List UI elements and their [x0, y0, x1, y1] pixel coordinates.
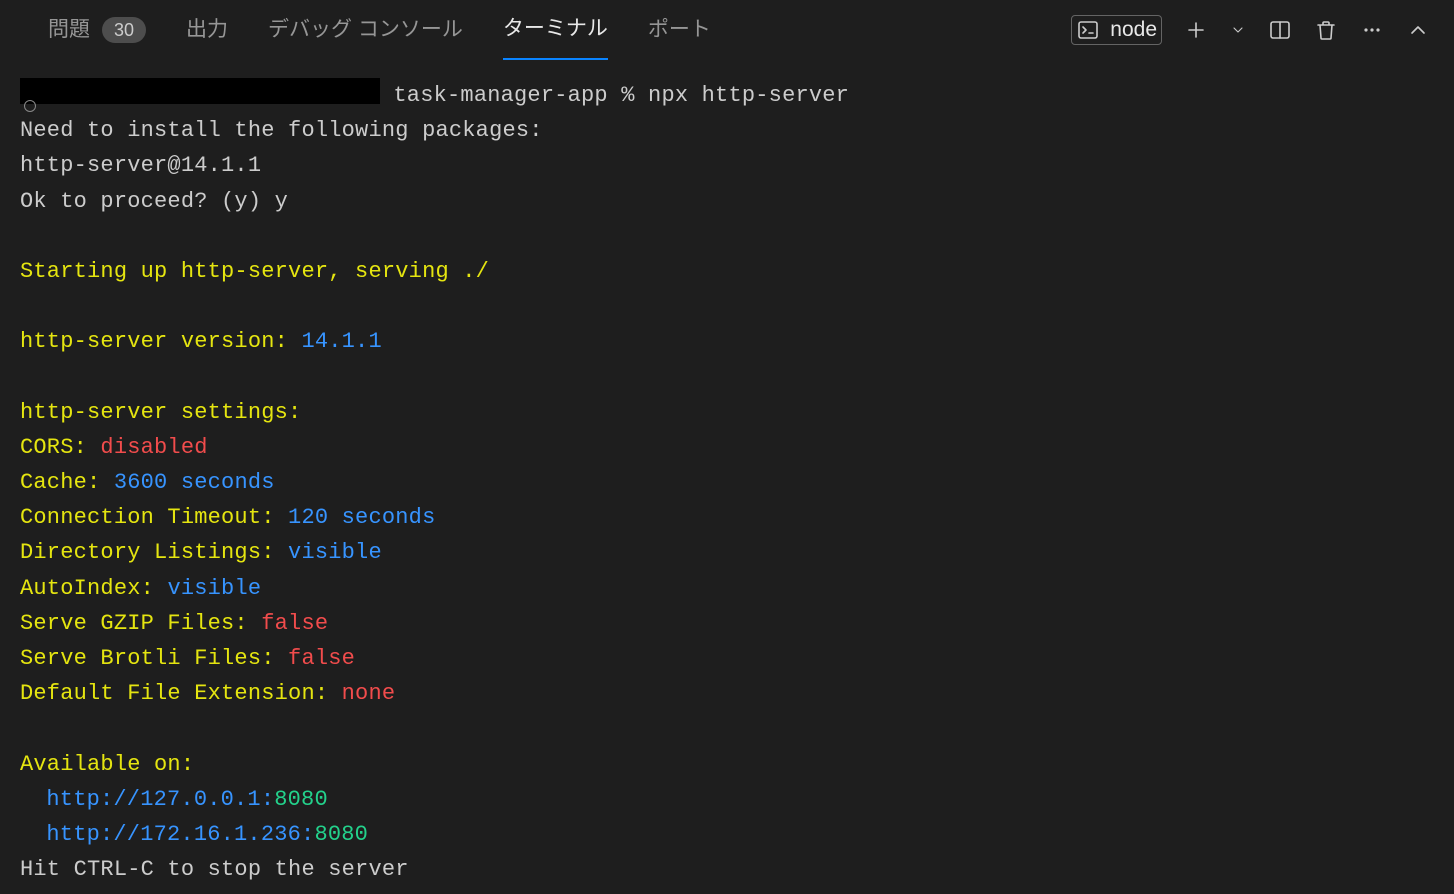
starting-line: Starting up http-server, serving ./ — [20, 254, 1434, 289]
shell-name-label: node — [1110, 18, 1157, 42]
split-terminal-button[interactable] — [1268, 18, 1292, 42]
proceed-line: Ok to proceed? (y) y — [20, 184, 1434, 219]
plus-icon — [1184, 18, 1208, 42]
tab-terminal-label: ターミナル — [503, 0, 608, 59]
autoindex-line: AutoIndex: visible — [20, 571, 1434, 606]
settings-header: http-server settings: — [20, 395, 1434, 430]
available-label: Available on: — [20, 747, 1434, 782]
chevron-down-icon — [1230, 22, 1246, 38]
cache-line: Cache: 3600 seconds — [20, 465, 1434, 500]
gzip-line: Serve GZIP Files: false — [20, 606, 1434, 641]
tab-problems-label: 問題 — [48, 0, 90, 60]
new-terminal-button[interactable] — [1184, 18, 1208, 42]
chevron-up-icon — [1406, 18, 1430, 42]
terminal-launch-profile-dropdown[interactable] — [1230, 22, 1246, 38]
tab-debug-console-label: デバッグ コンソール — [268, 0, 463, 60]
problems-count-badge: 30 — [102, 17, 146, 43]
version-line: http-server version: 14.1.1 — [20, 324, 1434, 359]
version-value: 14.1.1 — [301, 329, 381, 354]
more-actions-button[interactable] — [1360, 18, 1384, 42]
redacted-user-host — [20, 78, 380, 104]
trash-icon — [1314, 18, 1338, 42]
address-line-2: http://172.16.1.236:8080 — [20, 817, 1434, 852]
terminal-shell-selector[interactable]: node — [1071, 15, 1162, 45]
kill-terminal-button[interactable] — [1314, 18, 1338, 42]
defext-line: Default File Extension: none — [20, 676, 1434, 711]
tab-ports-label: ポート — [648, 0, 711, 60]
cors-line: CORS: disabled — [20, 430, 1434, 465]
package-name-line: http-server@14.1.1 — [20, 148, 1434, 183]
stop-hint-line: Hit CTRL-C to stop the server — [20, 852, 1434, 887]
terminal-prompt-line: task-manager-app % npx http-server — [20, 78, 1434, 113]
tab-debug-console[interactable]: デバッグ コンソール — [268, 0, 463, 60]
tab-output-label: 出力 — [186, 0, 228, 60]
ellipsis-icon — [1360, 18, 1384, 42]
split-panel-icon — [1268, 18, 1292, 42]
tab-terminal[interactable]: ターミナル — [503, 0, 608, 60]
serving-path: ./ — [462, 259, 489, 284]
terminal-icon — [1076, 18, 1100, 42]
tab-output[interactable]: 出力 — [186, 0, 228, 60]
address-line-1: http://127.0.0.1:8080 — [20, 782, 1434, 817]
install-prompt-line: Need to install the following packages: — [20, 113, 1434, 148]
tab-ports[interactable]: ポート — [648, 0, 711, 60]
prompt-command: task-manager-app % npx http-server — [380, 78, 849, 113]
blank-line — [20, 219, 1434, 254]
tab-problems[interactable]: 問題 30 — [48, 0, 146, 60]
terminal-task-status-icon — [24, 100, 36, 112]
dirlist-line: Directory Listings: visible — [20, 535, 1434, 570]
timeout-line: Connection Timeout: 120 seconds — [20, 500, 1434, 535]
version-label: http-server version: — [20, 329, 301, 354]
panel-actions: node — [1071, 15, 1430, 45]
starting-text: Starting up http-server, serving — [20, 259, 462, 284]
brotli-line: Serve Brotli Files: false — [20, 641, 1434, 676]
panel-tab-bar: 問題 30 出力 デバッグ コンソール ターミナル ポート node — [0, 0, 1454, 60]
maximize-panel-button[interactable] — [1406, 18, 1430, 42]
terminal-output[interactable]: task-manager-app % npx http-server Need … — [0, 60, 1454, 887]
